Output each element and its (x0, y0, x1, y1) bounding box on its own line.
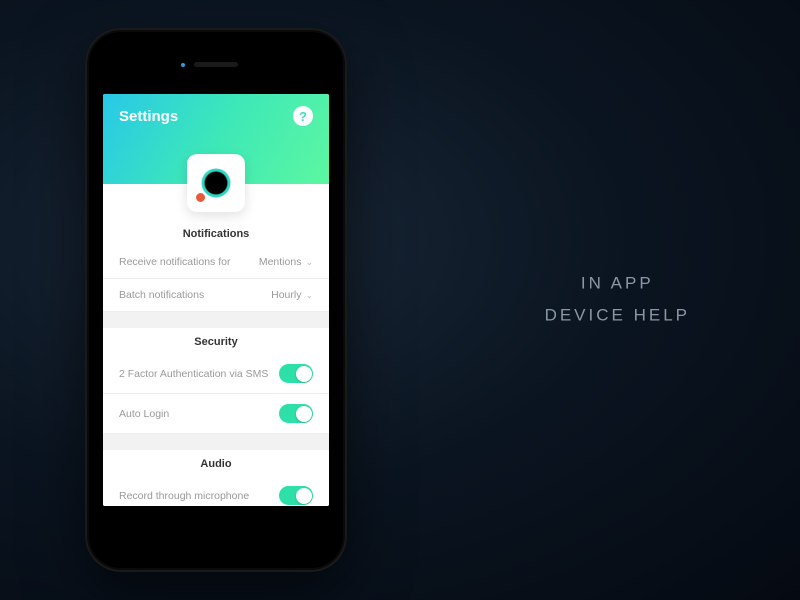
device-card[interactable] (187, 154, 245, 212)
phone-sensor (181, 63, 185, 67)
row-batch-notifications[interactable]: Batch notifications Hourly ⌄ (103, 279, 329, 312)
page-title: Settings (119, 108, 313, 125)
row-auto-login: Auto Login (103, 394, 329, 434)
section-title-audio: Audio (103, 450, 329, 476)
row-value-text: Hourly (271, 289, 301, 301)
phone-frame: Settings ? Notifications Receive notific… (85, 28, 347, 572)
marketing-text: IN APP DEVICE HELP (545, 268, 690, 333)
toggle-knob (296, 366, 312, 382)
row-2fa: 2 Factor Authentication via SMS (103, 354, 329, 394)
row-record-mic: Record through microphone (103, 476, 329, 506)
row-label: Receive notifications for (119, 256, 230, 268)
phone-speaker (194, 62, 238, 67)
row-label: Record through microphone (119, 490, 249, 502)
chevron-down-icon: ⌄ (305, 290, 313, 301)
help-button[interactable]: ? (293, 106, 313, 126)
help-icon: ? (299, 109, 307, 124)
row-receive-notifications[interactable]: Receive notifications for Mentions ⌄ (103, 246, 329, 279)
row-label: Batch notifications (119, 289, 204, 301)
row-label: Auto Login (119, 408, 169, 420)
toggle-2fa[interactable] (279, 364, 313, 383)
marketing-line-2: DEVICE HELP (545, 300, 690, 332)
settings-content: Notifications Receive notifications for … (103, 184, 329, 506)
app-screen: Settings ? Notifications Receive notific… (103, 94, 329, 506)
row-value-text: Mentions (259, 256, 302, 268)
phone-bezel: Settings ? Notifications Receive notific… (89, 32, 343, 568)
marketing-line-1: IN APP (545, 268, 690, 300)
row-value: Hourly ⌄ (271, 289, 313, 301)
camera-icon (199, 166, 233, 200)
toggle-auto-login[interactable] (279, 404, 313, 423)
row-label: 2 Factor Authentication via SMS (119, 368, 268, 380)
toggle-knob (296, 488, 312, 504)
row-value: Mentions ⌄ (259, 256, 313, 268)
camera-badge-icon (195, 192, 206, 203)
section-title-notifications: Notifications (103, 220, 329, 246)
toggle-record-mic[interactable] (279, 486, 313, 505)
section-title-security: Security (103, 328, 329, 354)
section-divider (103, 312, 329, 328)
section-divider (103, 434, 329, 450)
toggle-knob (296, 406, 312, 422)
chevron-down-icon: ⌄ (305, 257, 313, 268)
